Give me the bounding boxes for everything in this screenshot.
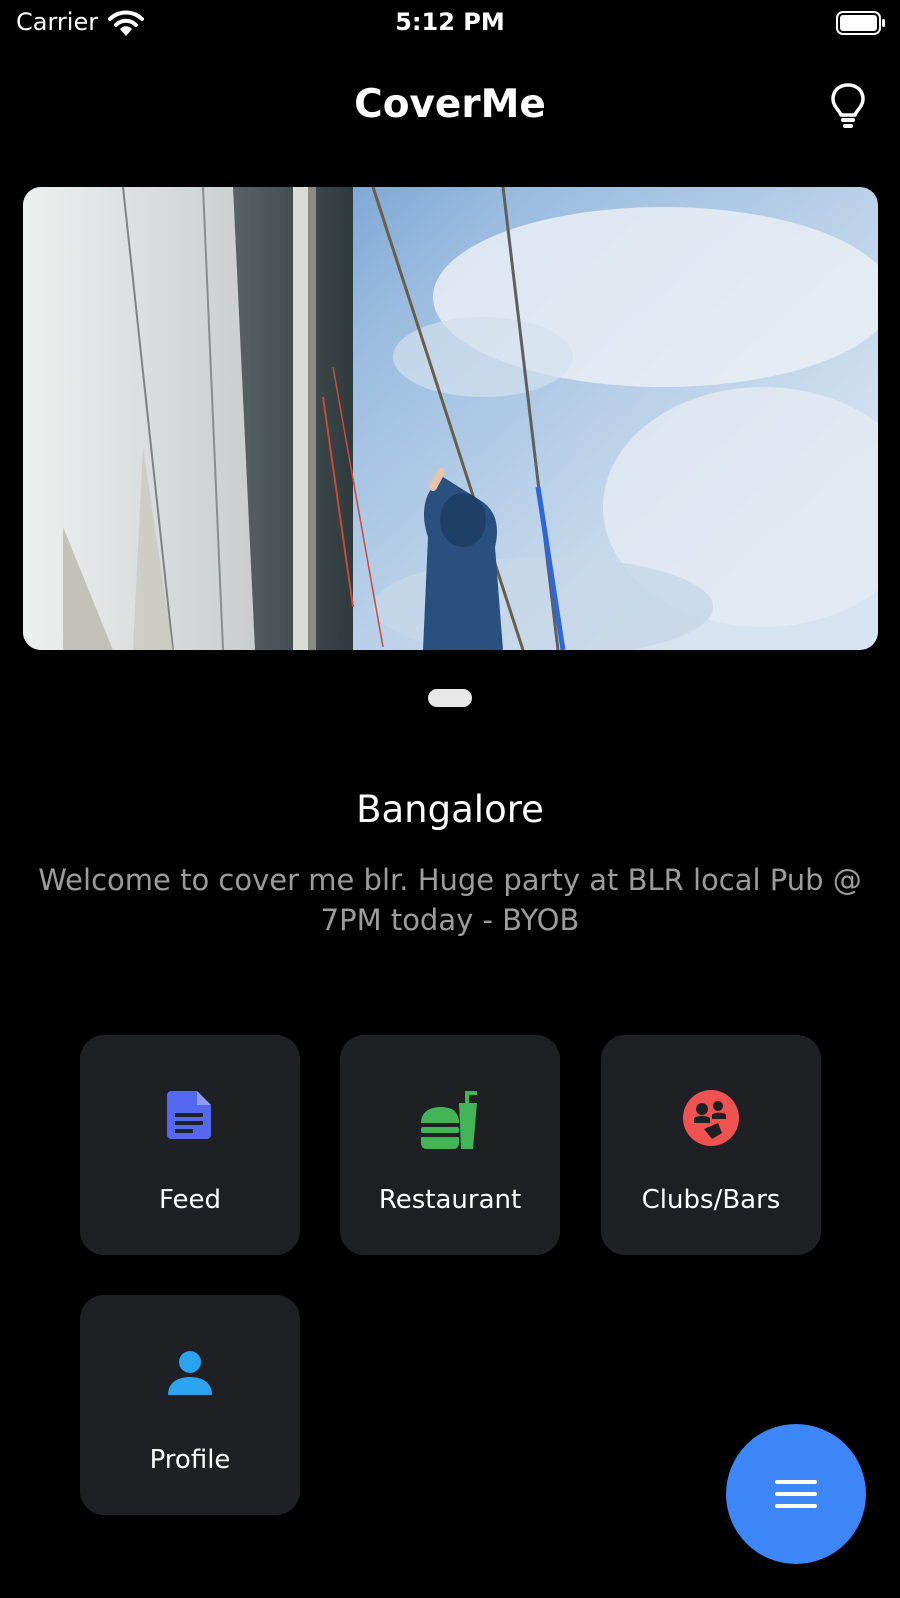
app-title: CoverMe <box>354 82 546 127</box>
hero-image-carousel[interactable] <box>23 187 878 650</box>
profile-tile-label: Profile <box>149 1445 231 1475</box>
restaurant-tile-label: Restaurant <box>378 1185 522 1215</box>
profile-tile[interactable]: Profile <box>80 1295 300 1515</box>
clubs-bars-tile-label: Clubs/Bars <box>641 1185 781 1215</box>
battery-icon <box>836 11 885 35</box>
party-icon <box>683 1090 739 1146</box>
person-icon <box>168 1351 212 1395</box>
carousel-page-indicator[interactable] <box>428 689 472 707</box>
clubs-bars-tile[interactable]: Clubs/Bars <box>601 1035 821 1255</box>
lightbulb-icon[interactable] <box>828 82 868 132</box>
feed-tile[interactable]: Feed <box>80 1035 300 1255</box>
document-icon <box>167 1091 211 1139</box>
status-time: 5:12 PM <box>395 8 505 36</box>
fastfood-icon <box>421 1091 477 1149</box>
city-name: Bangalore <box>356 788 544 831</box>
city-welcome-message: Welcome to cover me blr. Huge party at B… <box>38 863 862 937</box>
status-bar: Carrier 5:12 PM <box>0 0 900 48</box>
feed-tile-label: Feed <box>158 1185 222 1215</box>
menu-icon <box>775 1480 817 1508</box>
menu-fab-button[interactable] <box>726 1424 866 1564</box>
hero-sailing-image <box>23 187 878 650</box>
restaurant-tile[interactable]: Restaurant <box>340 1035 560 1255</box>
